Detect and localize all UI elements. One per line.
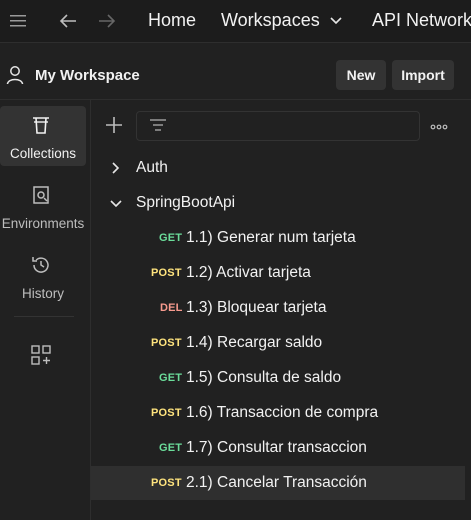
method-badge-post: POST: [151, 407, 182, 419]
request-row[interactable]: DEL 1.3) Bloquear tarjeta: [91, 291, 465, 325]
more-horizontal-icon[interactable]: [430, 124, 448, 130]
workspace-header: My Workspace New Import: [0, 43, 471, 100]
request-label: 1.1) Generar num tarjeta: [186, 229, 356, 246]
arrow-left-icon[interactable]: [58, 12, 78, 30]
sidebar-item-history[interactable]: History: [0, 246, 86, 306]
sidebar-item-label: Collections: [9, 146, 77, 161]
method-badge-post: POST: [151, 477, 182, 489]
chevron-down-icon[interactable]: [110, 199, 122, 209]
environment-icon: [33, 186, 49, 204]
sidebar-item-label: Environments: [1, 216, 85, 231]
request-row-selected[interactable]: POST 2.1) Cancelar Transacción: [91, 466, 465, 500]
sidebar-item-configure-workbench[interactable]: [0, 336, 86, 376]
nav-home[interactable]: Home: [148, 10, 196, 31]
request-row[interactable]: POST 1.2) Activar tarjeta: [91, 256, 465, 290]
request-row[interactable]: POST 1.4) Recargar saldo: [91, 326, 465, 360]
filter-lines-icon: [150, 119, 166, 131]
folder-row-springbootapi[interactable]: SpringBootApi: [91, 186, 465, 220]
method-badge-get: GET: [159, 442, 183, 454]
method-badge-get: GET: [159, 232, 183, 244]
sidebar-item-collections[interactable]: Collections: [0, 106, 86, 166]
trash-collections-icon: [33, 117, 49, 134]
sidebar-rail: Collections Environments History: [0, 100, 91, 520]
arrow-right-icon[interactable]: [97, 12, 117, 30]
plus-icon[interactable]: [105, 116, 123, 134]
nav-api-network[interactable]: API Network: [372, 10, 471, 31]
method-badge-post: POST: [151, 267, 182, 279]
request-label: 1.2) Activar tarjeta: [186, 264, 311, 281]
chevron-right-icon[interactable]: [111, 162, 121, 174]
history-icon: [32, 257, 49, 273]
folder-row-auth[interactable]: Auth: [91, 151, 465, 185]
request-row[interactable]: GET 1.5) Consulta de saldo: [91, 361, 465, 395]
add-workbench-grid-icon: [31, 345, 51, 365]
workspace-name[interactable]: My Workspace: [35, 67, 140, 84]
hamburger-menu-icon[interactable]: [9, 14, 27, 28]
nav-workspaces[interactable]: Workspaces: [221, 10, 320, 31]
collections-panel: Auth SpringBootApi GET 1.1) Generar num …: [91, 100, 471, 520]
request-row[interactable]: GET 1.7) Consultar transaccion: [91, 431, 465, 465]
search-input[interactable]: [136, 111, 420, 141]
folder-label: SpringBootApi: [136, 194, 236, 211]
request-label: 2.1) Cancelar Transacción: [186, 474, 367, 491]
method-badge-post: POST: [151, 337, 182, 349]
rail-divider: [14, 316, 74, 317]
chevron-down-icon[interactable]: [330, 17, 342, 25]
new-button[interactable]: New: [336, 60, 386, 90]
request-label: 1.5) Consulta de saldo: [186, 369, 342, 386]
folder-label: Auth: [136, 159, 168, 176]
request-row[interactable]: POST 1.6) Transaccion de compra: [91, 396, 465, 430]
method-badge-get: GET: [159, 372, 183, 384]
request-label: 1.3) Bloquear tarjeta: [186, 299, 327, 316]
request-label: 1.6) Transaccion de compra: [186, 404, 379, 421]
request-label: 1.7) Consultar transaccion: [186, 439, 367, 456]
sidebar-item-environments[interactable]: Environments: [0, 176, 86, 236]
request-label: 1.4) Recargar saldo: [186, 334, 323, 351]
request-row[interactable]: GET 1.1) Generar num tarjeta: [91, 221, 465, 255]
top-navigation-bar: Home Workspaces API Network: [0, 0, 471, 43]
method-badge-del: DEL: [160, 302, 183, 314]
user-icon: [6, 66, 24, 85]
import-button[interactable]: Import: [392, 60, 454, 90]
sidebar-item-label: History: [21, 286, 64, 301]
